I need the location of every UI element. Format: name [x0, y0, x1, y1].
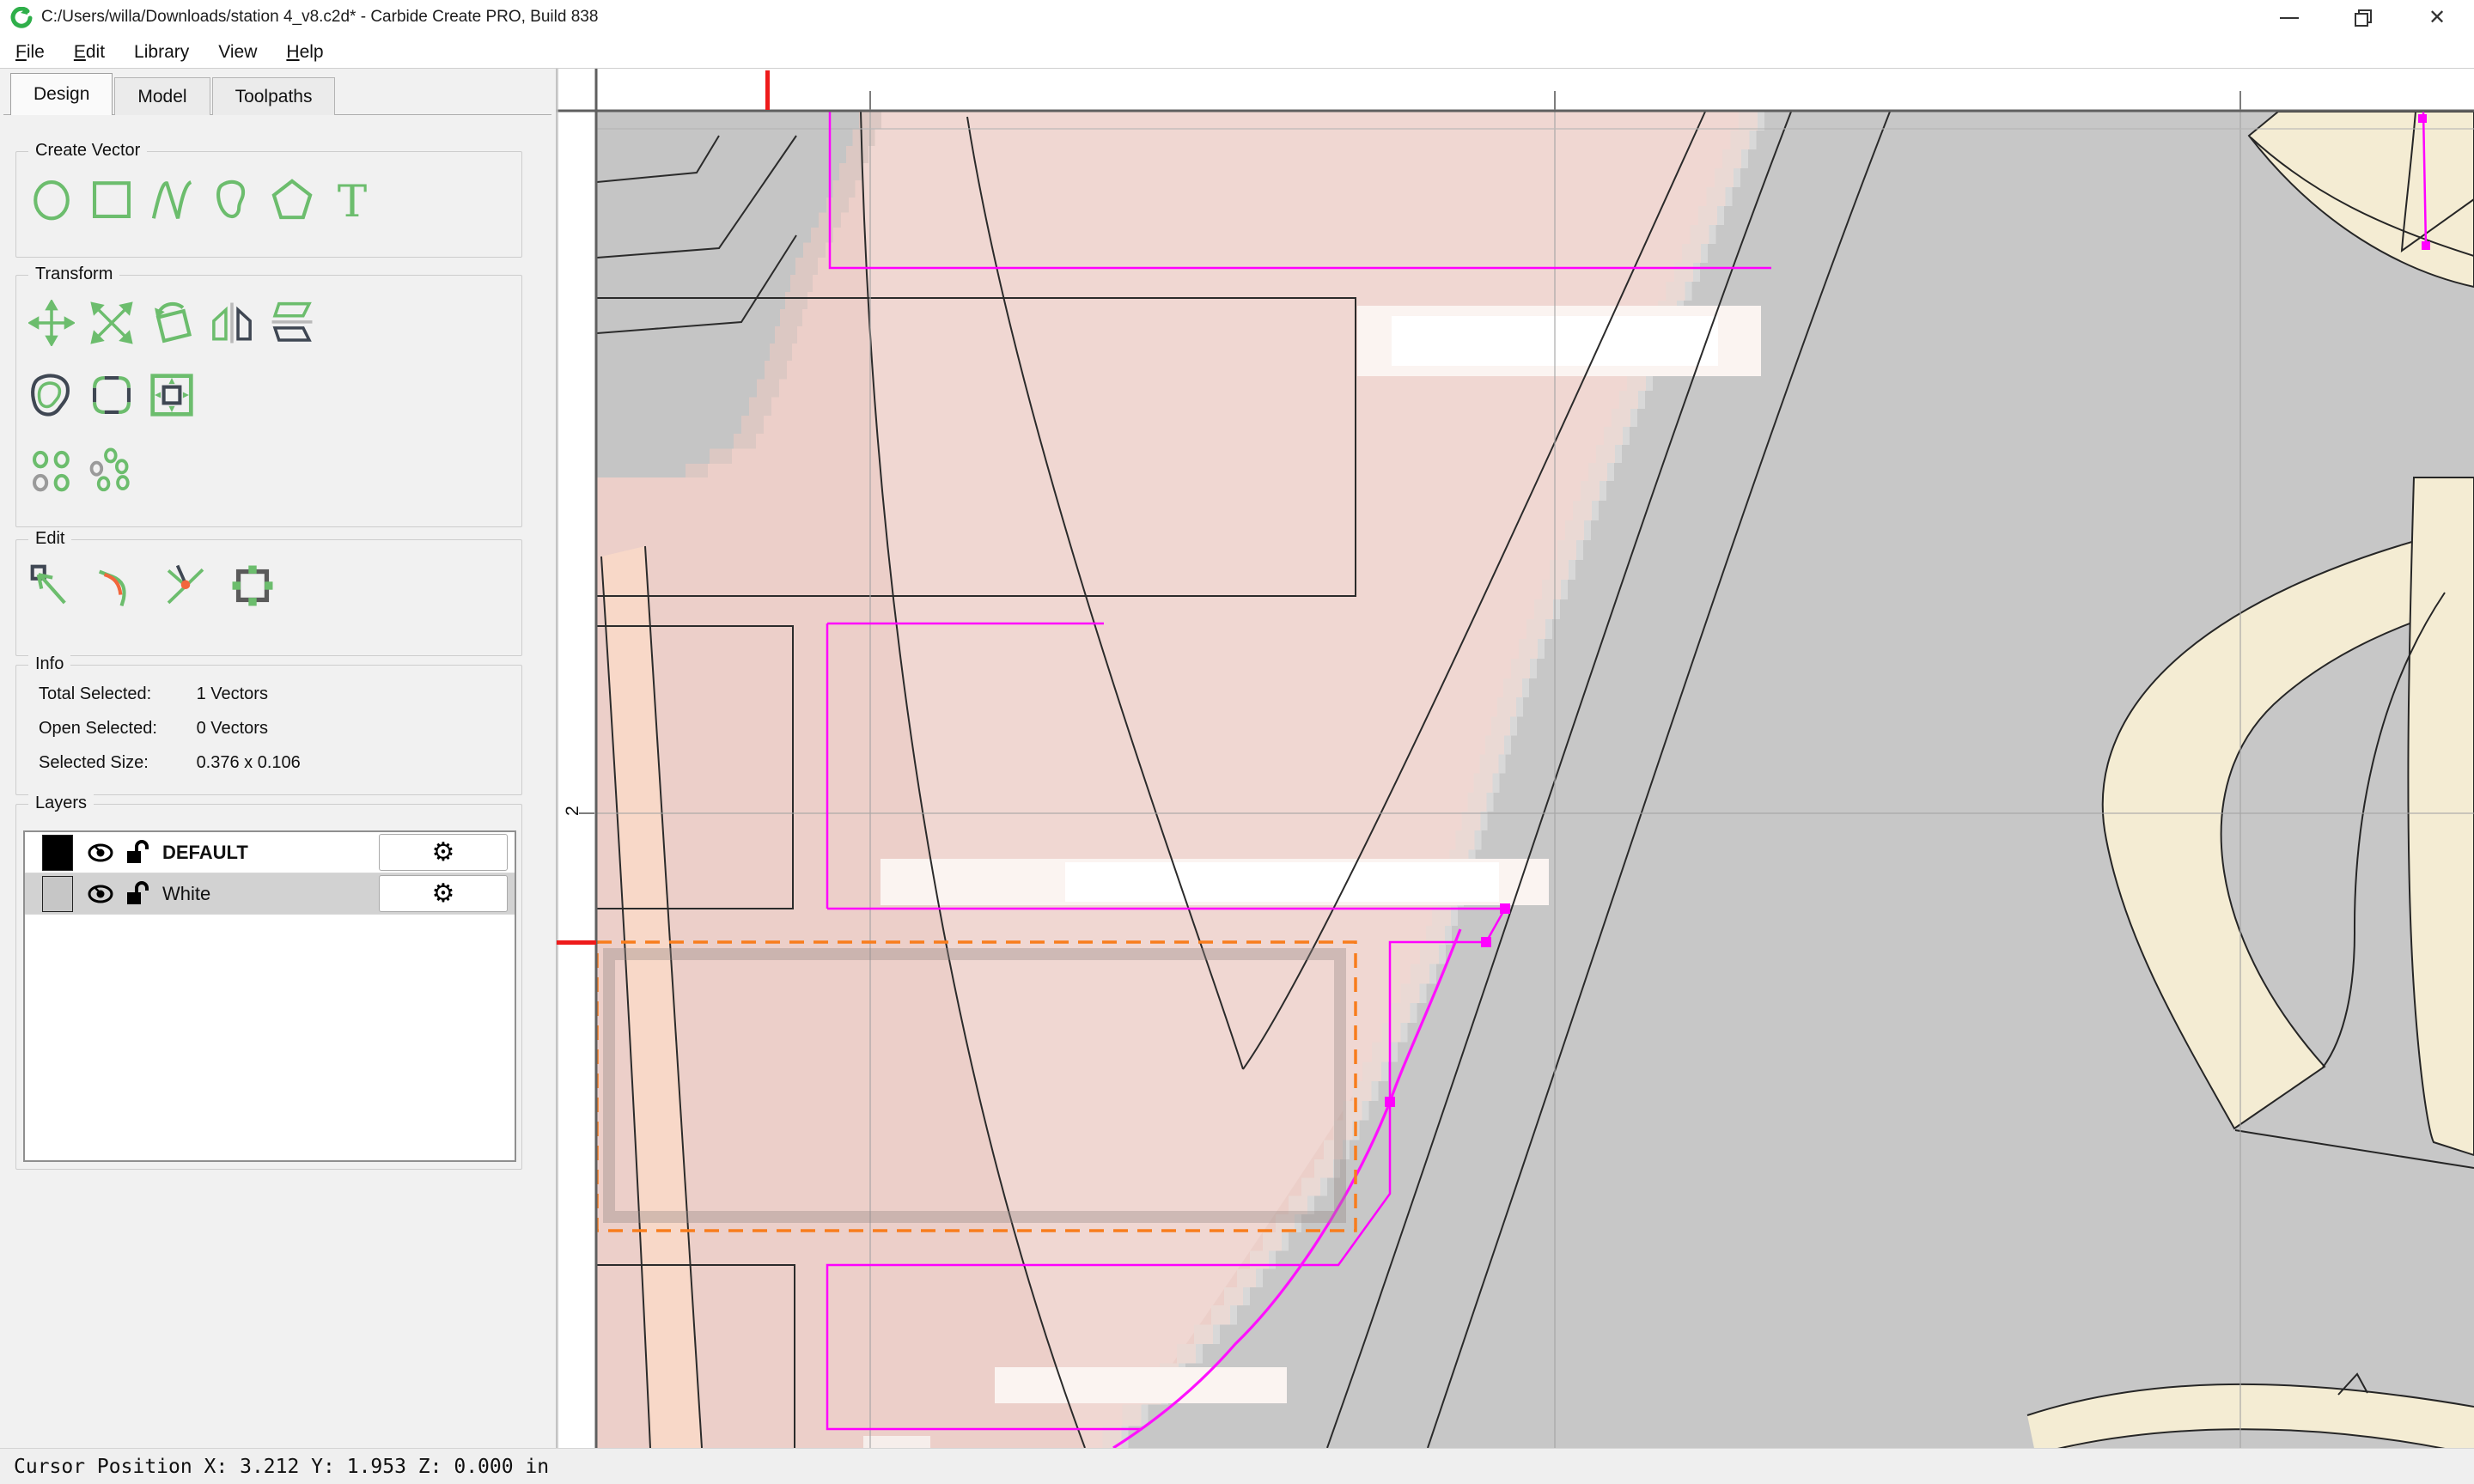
minimize-button[interactable]: [2252, 0, 2326, 36]
layer-name[interactable]: DEFAULT: [162, 842, 379, 864]
gear-icon: ⚙: [432, 881, 455, 907]
total-selected-value: 1 Vectors: [197, 684, 268, 703]
selected-size-label: Selected Size:: [39, 753, 192, 773]
white-band-bottom: [995, 1367, 1287, 1403]
layers-group: Layers DEFAULT ⚙: [15, 804, 522, 1170]
trim-vectors-tool-icon[interactable]: [162, 563, 209, 609]
layer-row-default[interactable]: DEFAULT ⚙: [25, 832, 515, 873]
menu-view[interactable]: View: [204, 42, 271, 63]
align-tool-icon[interactable]: [28, 447, 75, 494]
rectangle-tool-icon[interactable]: [88, 176, 135, 222]
menu-library[interactable]: Library: [119, 42, 204, 63]
eye-icon[interactable]: [87, 839, 114, 867]
menu-file[interactable]: File: [0, 42, 59, 63]
info-selected-size: Selected Size: 0.376 x 0.106: [39, 753, 301, 773]
edit-curve-tool-icon[interactable]: [95, 563, 142, 609]
node-edit-tool-icon[interactable]: [28, 563, 75, 609]
close-icon: ✕: [2428, 8, 2446, 28]
edit-tools: [28, 563, 276, 609]
polyline-tool-icon[interactable]: [149, 176, 195, 222]
mirror-vertical-tool-icon[interactable]: [269, 300, 315, 346]
info-open-selected: Open Selected: 0 Vectors: [39, 719, 268, 739]
layer-name[interactable]: White: [162, 883, 379, 905]
layer-settings-button[interactable]: ⚙: [379, 834, 508, 871]
panel-tabs: Design Model Toolpaths: [10, 74, 337, 115]
restore-button[interactable]: [2326, 0, 2400, 36]
title-bar: C:/Users/willa/Downloads/station 4_v8.c2…: [0, 0, 2474, 36]
cursor-y-indicator: [557, 940, 596, 945]
scale-tool-icon[interactable]: [88, 300, 135, 346]
create-vector-group: Create Vector T: [15, 151, 522, 258]
tab-toolpaths[interactable]: Toolpaths: [212, 77, 336, 115]
polygon-tool-icon[interactable]: [269, 176, 315, 222]
top-ruler: [557, 69, 2474, 111]
menu-help[interactable]: Help: [271, 42, 338, 63]
gear-icon: ⚙: [432, 840, 455, 866]
transform-tools-row2: [28, 372, 195, 418]
left-panel: Design Model Toolpaths Create Vector T: [0, 69, 557, 1448]
transform-title: Transform: [28, 265, 119, 284]
restore-icon: [2354, 9, 2373, 27]
open-selected-value: 0 Vectors: [197, 719, 268, 738]
info-group: Info Total Selected: 1 Vectors Open Sele…: [15, 665, 522, 795]
svg-text:T: T: [338, 176, 367, 222]
white-band-mid-core: [1065, 862, 1499, 902]
design-canvas[interactable]: 2: [557, 69, 2474, 1448]
move-tool-icon[interactable]: [28, 300, 75, 346]
ruler-label-2: 2: [563, 806, 582, 816]
transform-tools-row1: [28, 300, 315, 346]
close-button[interactable]: ✕: [2400, 0, 2474, 36]
eye-icon[interactable]: [87, 880, 114, 908]
open-selected-label: Open Selected:: [39, 719, 192, 739]
tab-model[interactable]: Model: [114, 77, 210, 115]
distribute-tool-icon[interactable]: [88, 447, 135, 494]
info-title: Info: [28, 654, 70, 674]
mirror-horizontal-tool-icon[interactable]: [209, 300, 255, 346]
edit-group: Edit: [15, 539, 522, 656]
layer-row-white[interactable]: White ⚙: [25, 873, 515, 915]
layer-list: DEFAULT ⚙ White ⚙: [23, 830, 516, 1162]
rotate-tool-icon[interactable]: [149, 300, 195, 346]
unlock-icon[interactable]: [125, 880, 150, 908]
app-logo-icon: [10, 7, 33, 29]
layer-settings-button[interactable]: ⚙: [379, 875, 508, 912]
menu-bar: File Edit Library View Help: [0, 36, 2474, 69]
transform-tools-row3: [28, 447, 135, 494]
transform-group: Transform: [15, 275, 522, 527]
fit-to-size-tool-icon[interactable]: [149, 372, 195, 418]
layers-title: Layers: [28, 794, 94, 813]
status-bar: Cursor Position X: 3.212 Y: 1.953 Z: 0.0…: [0, 1448, 2474, 1484]
cursor-x-indicator: [765, 70, 770, 110]
tab-design[interactable]: Design: [10, 73, 113, 115]
unlock-icon[interactable]: [125, 839, 150, 867]
selected-size-value: 0.376 x 0.106: [197, 753, 301, 772]
menu-edit[interactable]: Edit: [59, 42, 119, 63]
left-ruler: [557, 111, 596, 1448]
cursor-position-text: Cursor Position X: 3.212 Y: 1.953 Z: 0.0…: [14, 1456, 549, 1478]
info-total-selected: Total Selected: 1 Vectors: [39, 684, 268, 704]
window-title: C:/Users/willa/Downloads/station 4_v8.c2…: [41, 8, 598, 27]
create-vector-tools: T: [28, 176, 375, 222]
layer-color-swatch[interactable]: [42, 835, 73, 871]
offset-tool-icon[interactable]: [28, 372, 75, 418]
create-vector-title: Create Vector: [28, 141, 147, 161]
text-tool-icon[interactable]: T: [329, 176, 375, 222]
layer-color-swatch[interactable]: [42, 876, 73, 912]
round-corners-tool-icon[interactable]: [88, 372, 135, 418]
curve-tool-icon[interactable]: [209, 176, 255, 222]
circle-tool-icon[interactable]: [28, 176, 75, 222]
total-selected-label: Total Selected:: [39, 684, 192, 704]
white-sliver-bottom: [863, 1436, 930, 1448]
boolean-tool-icon[interactable]: [229, 563, 276, 609]
edit-title: Edit: [28, 529, 71, 549]
